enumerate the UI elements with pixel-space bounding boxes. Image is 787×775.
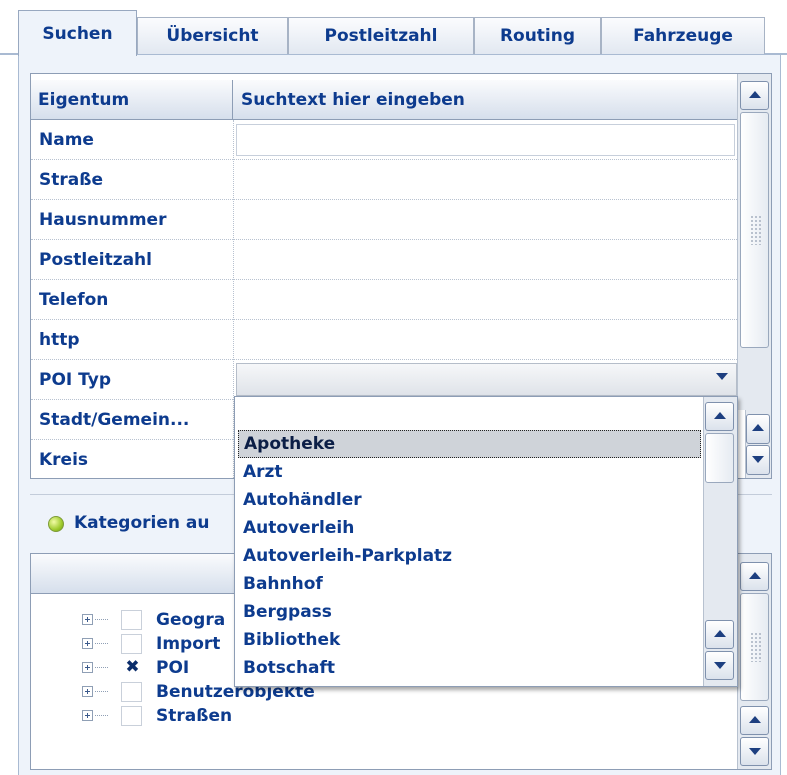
- tree-connector: [95, 643, 108, 644]
- dropdown-scroll-up-button-2[interactable]: [705, 620, 734, 649]
- property-postleitzahl: Postleitzahl: [39, 250, 152, 270]
- arrow-up-icon: [713, 412, 726, 419]
- x-mark-icon: ✖: [125, 657, 140, 677]
- tab-uebersicht[interactable]: Übersicht: [137, 17, 288, 54]
- tree-scroll-up-button-2[interactable]: [740, 706, 769, 735]
- grip-icon: [749, 215, 761, 245]
- dropdown-option[interactable]: Arzt: [238, 458, 701, 486]
- plus-box-icon[interactable]: [82, 614, 93, 625]
- tab-suchen-label: Suchen: [42, 23, 113, 44]
- arrow-up-icon: [748, 572, 761, 579]
- plus-box-icon[interactable]: [82, 638, 93, 649]
- dropdown-scroll-thumb[interactable]: [705, 433, 734, 483]
- dropdown-option[interactable]: Autoverleih: [238, 514, 701, 542]
- dropdown-scroll-down-button[interactable]: [705, 651, 734, 680]
- tree-connector: [95, 667, 108, 668]
- dropdown-scroll-up-button[interactable]: [705, 402, 734, 431]
- poi-typ-dropdown-list[interactable]: Apotheke Arzt Autohändler Autoverleih Au…: [234, 396, 738, 687]
- grid-scroll-thumb[interactable]: [740, 112, 769, 348]
- arrow-up-icon: [748, 91, 761, 98]
- row-divider: [31, 159, 737, 160]
- tab-suchen[interactable]: Suchen: [18, 10, 137, 56]
- arrow-down-icon: [752, 456, 764, 463]
- tree-connector: [95, 691, 108, 692]
- plus-box-icon[interactable]: [82, 710, 93, 721]
- tree-connector: [95, 619, 108, 620]
- tab-routing[interactable]: Routing: [474, 17, 601, 54]
- dropdown-option[interactable]: Bibliothek: [238, 626, 701, 654]
- tree-item-label[interactable]: POI: [156, 656, 189, 680]
- arrow-down-icon: [748, 748, 761, 755]
- tab-postleitzahl-label: Postleitzahl: [324, 26, 438, 46]
- property-poi-typ: POI Typ: [39, 370, 111, 390]
- grid-scroll-down-button[interactable]: [746, 445, 770, 475]
- property-strasse: Straße: [39, 170, 103, 190]
- dropdown-option[interactable]: Bergpass: [238, 598, 701, 626]
- row-divider: [31, 279, 737, 280]
- row-divider: [31, 359, 737, 360]
- plus-box-icon[interactable]: [82, 662, 93, 673]
- grid-scroll-up-button[interactable]: [740, 81, 769, 110]
- tab-fahrzeuge[interactable]: Fahrzeuge: [601, 17, 765, 54]
- row-divider: [31, 199, 737, 200]
- property-http: http: [39, 330, 80, 350]
- column-header-divider: [232, 80, 233, 120]
- tab-fahrzeuge-label: Fahrzeuge: [633, 26, 733, 46]
- tree-scroll-down-button[interactable]: [740, 737, 769, 766]
- dropdown-option[interactable]: Botschaft: [238, 654, 701, 682]
- property-telefon: Telefon: [39, 290, 109, 310]
- arrow-up-icon: [752, 424, 764, 431]
- chevron-down-icon[interactable]: [716, 373, 728, 380]
- strassen-checkbox[interactable]: [121, 706, 142, 726]
- grid-scroll-up-button-2[interactable]: [746, 414, 770, 444]
- tree-item-label[interactable]: Straßen: [156, 704, 232, 728]
- benutzerobjekte-checkbox[interactable]: [121, 682, 142, 702]
- dropdown-option[interactable]: Autohändler: [238, 486, 701, 514]
- row-divider: [31, 319, 737, 320]
- tab-uebersicht-label: Übersicht: [166, 26, 259, 46]
- dropdown-option[interactable]: Bahnhof: [238, 570, 701, 598]
- tree-connector: [95, 715, 108, 716]
- row-divider: [31, 239, 737, 240]
- tree-scroll-up-button[interactable]: [740, 562, 769, 591]
- column-header-search[interactable]: Suchtext hier eingeben: [233, 80, 737, 120]
- poi-checkbox[interactable]: ✖: [121, 657, 142, 678]
- grip-icon: [749, 632, 761, 662]
- column-header-property[interactable]: Eigentum: [31, 80, 233, 120]
- tab-routing-label: Routing: [499, 26, 576, 46]
- column-header-property-label: Eigentum: [38, 89, 130, 110]
- import-checkbox[interactable]: [121, 634, 142, 654]
- tab-postleitzahl[interactable]: Postleitzahl: [288, 17, 474, 54]
- dropdown-option-apotheke[interactable]: Apotheke: [238, 430, 701, 458]
- property-stadt-gemeinde: Stadt/Gemein...: [39, 410, 190, 430]
- geografie-checkbox[interactable]: [121, 610, 142, 630]
- dropdown-option[interactable]: Autoverleih-Parkplatz: [238, 542, 701, 570]
- arrow-up-icon: [748, 716, 761, 723]
- tree-scroll-thumb[interactable]: [740, 593, 769, 701]
- tree-item-label[interactable]: Import: [156, 632, 220, 656]
- column-header-search-label: Suchtext hier eingeben: [241, 89, 465, 110]
- arrow-up-icon: [713, 630, 726, 637]
- green-dot-icon: [48, 516, 64, 532]
- property-kreis: Kreis: [39, 450, 89, 470]
- property-name: Name: [39, 130, 94, 150]
- name-search-input[interactable]: [236, 124, 735, 156]
- categories-title[interactable]: Kategorien au: [74, 509, 210, 537]
- poi-typ-select[interactable]: [236, 363, 737, 396]
- property-hausnummer: Hausnummer: [39, 210, 167, 230]
- plus-box-icon[interactable]: [82, 686, 93, 697]
- tree-item-label[interactable]: Geogra: [156, 608, 225, 632]
- arrow-down-icon: [713, 662, 726, 669]
